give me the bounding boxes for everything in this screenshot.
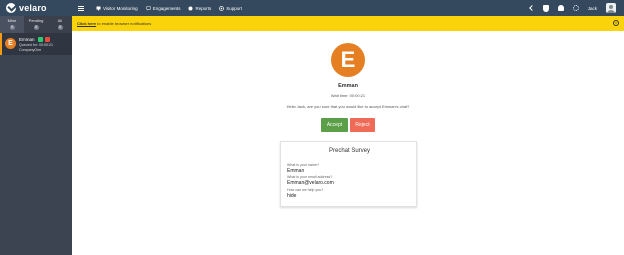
accept-question: Hello Jack, are you sure that you would … [286,104,410,109]
header-tools: Jack [528,2,616,14]
nav-label: Visitor Monitoring [103,5,138,11]
nav-label: Reports [195,5,212,11]
nav-engagements[interactable]: Engagements [145,5,181,11]
tab-count: 0 [33,25,39,30]
nav-label: Support [226,5,242,11]
tab-mine[interactable]: Mine 0 [0,16,24,33]
support-icon [219,5,225,11]
reject-button[interactable]: Reject [350,118,375,132]
monitor-icon [96,6,101,10]
visitor-avatar: E [331,43,365,77]
chat-visitor-name: Emman [19,37,35,42]
chat-tabs: Mine 0 Pending 0 All 0 [0,16,72,33]
nav-reports[interactable]: Reports [188,6,211,11]
reject-x-icon[interactable] [45,37,50,42]
survey-answer: hide [287,193,297,199]
accept-check-icon[interactable] [38,37,43,42]
enable-notifications-link[interactable]: Click here [77,21,96,26]
top-bar: velaro Visitor Monitoring Engagements Re… [0,0,624,16]
notification-banner: Click here to enable browser notificatio… [72,16,624,31]
chat-queued-time: Queued for: 00:00:21 [19,43,53,47]
survey-question: What is your email address? [287,175,333,179]
nav-support[interactable]: Support [219,6,242,11]
chat-company: CompanyOne [19,48,42,52]
chat-sidebar: Mine 0 Pending 0 All 0 E Emman Queued fo… [0,16,72,255]
user-avatar[interactable] [606,3,616,13]
tab-all[interactable]: All 0 [48,16,72,33]
visitor-name: Emman [338,83,358,89]
shield-icon[interactable] [542,4,549,12]
report-icon [188,6,193,10]
gear-icon[interactable] [572,5,579,11]
wait-time: Wait time: 00:00:21 [330,93,366,98]
tab-label: Pending [28,18,44,23]
nav-label: Engagements [152,5,181,11]
notification-text: Click here to enable browser notificatio… [77,21,151,26]
prechat-survey-card: Prechat Survey What is your name? Emman … [280,141,417,207]
survey-question: What is your name? [287,163,319,167]
menu-icon[interactable] [78,5,84,11]
tab-count: 0 [9,25,15,30]
notification-message: to enable browser notifications [97,21,152,26]
chat-icon [145,5,151,10]
tab-count: 0 [57,25,63,30]
accept-button[interactable]: Accept [321,118,348,132]
velaro-logo-icon [6,3,16,13]
tab-pending[interactable]: Pending 0 [24,16,48,33]
user-name[interactable]: Jack [588,6,597,11]
close-icon[interactable]: × [613,20,619,26]
chat-accept-panel: E Emman Wait time: 00:00:21 Hello Jack, … [72,31,624,255]
nav-visitor-monitoring[interactable]: Visitor Monitoring [96,6,138,11]
bell-icon[interactable] [557,5,564,11]
survey-title: Prechat Survey [328,148,371,154]
main-nav: Visitor Monitoring Engagements Reports S… [78,0,242,16]
survey-answer: Emman@velaro.com [287,180,334,186]
velaro-logo[interactable]: velaro [6,2,47,14]
chevron-left-icon[interactable] [528,5,535,11]
chat-list-item[interactable]: E Emman Queued for: 00:00:21 CompanyOne [0,33,72,55]
logo-text: velaro [19,3,47,13]
survey-question: How can we help you? [287,188,324,192]
survey-answer: Emman [287,168,305,174]
tab-label: Mine [7,18,17,23]
chat-avatar: E [5,38,16,49]
tab-label: All [57,18,63,23]
